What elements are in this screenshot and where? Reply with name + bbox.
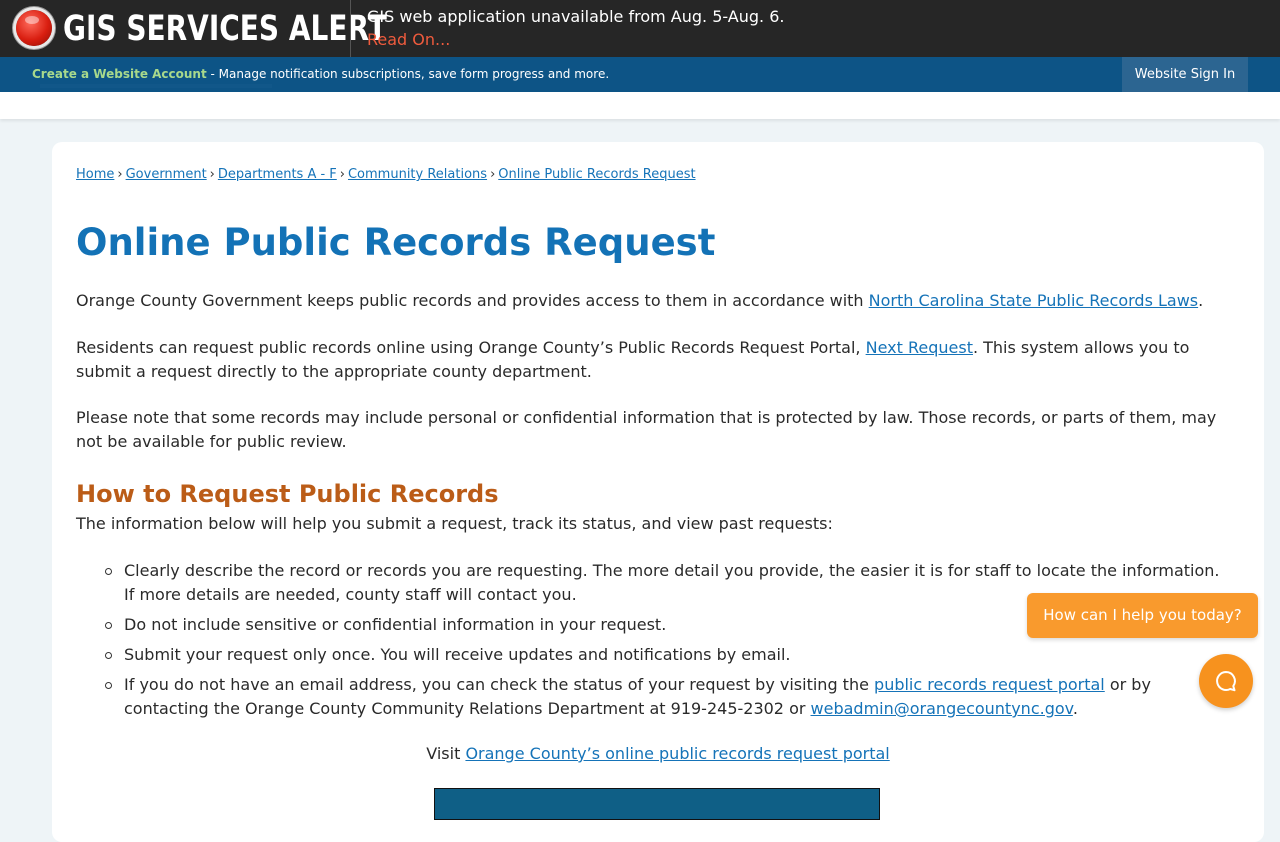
list-item-text: . [1072, 699, 1078, 718]
page-title: Online Public Records Request [76, 221, 716, 264]
list-item-text: If you do not have an email address, you… [124, 675, 875, 694]
breadcrumb-current-page[interactable]: Online Public Records Request [498, 167, 695, 182]
breadcrumb-separator: › [339, 167, 345, 182]
section-intro: The information below will help you subm… [76, 514, 833, 533]
chat-launcher-button[interactable] [1199, 654, 1253, 708]
webadmin-email-link[interactable]: webadmin@orangecountync.gov [811, 699, 1073, 718]
chat-bubble-icon [1216, 671, 1236, 692]
alert-red-circle-icon [16, 10, 52, 46]
alert-title: GIS SERVICES ALERT [63, 9, 387, 49]
visit-text: Visit [426, 744, 466, 763]
public-records-portal-link[interactable]: public records request portal [874, 675, 1105, 694]
site-logo-fragment[interactable] [40, 84, 272, 92]
list-item: Submit your request only once. You will … [100, 643, 1220, 667]
section-title: How to Request Public Records [76, 480, 499, 508]
portal-text: Residents can request public records onl… [76, 338, 866, 357]
breadcrumb-separator: › [490, 167, 496, 182]
list-item: If you do not have an email address, you… [100, 673, 1220, 721]
breadcrumb-home[interactable]: Home [76, 167, 114, 182]
alert-message: GIS web application unavailable from Aug… [367, 7, 785, 26]
breadcrumb-separator: › [117, 167, 123, 182]
site-header [0, 84, 1280, 119]
online-portal-link[interactable]: Orange County’s online public records re… [465, 744, 889, 763]
alert-banner: GIS SERVICES ALERT GIS web application u… [0, 0, 1280, 57]
visit-portal-line: Visit Orange County’s online public reco… [52, 742, 1264, 766]
next-request-link[interactable]: Next Request [866, 338, 973, 357]
intro-paragraph: Orange County Government keeps public re… [76, 289, 1236, 313]
chat-prompt-bubble[interactable]: How can I help you today? [1027, 593, 1258, 638]
alert-read-on-link[interactable]: Read On... [367, 30, 450, 50]
breadcrumb-separator: › [209, 167, 215, 182]
portal-paragraph: Residents can request public records onl… [76, 336, 1236, 384]
alert-divider [350, 0, 351, 57]
breadcrumb-community-relations[interactable]: Community Relations [348, 167, 487, 182]
nc-public-records-laws-link[interactable]: North Carolina State Public Records Laws [869, 291, 1198, 310]
website-sign-in-button[interactable]: Website Sign In [1122, 57, 1248, 92]
instructions-list: Clearly describe the record or records y… [100, 559, 1220, 727]
account-description: - Manage notification subscriptions, sav… [206, 67, 610, 81]
confidential-paragraph: Please note that some records may includ… [76, 408, 1217, 451]
intro-text: Orange County Government keeps public re… [76, 291, 869, 310]
breadcrumb-departments[interactable]: Departments A - F [218, 167, 337, 182]
content-card: Home › Government › Departments A - F › Commun… [52, 142, 1264, 842]
breadcrumb: Home › Government › Departments A - F › Commun… [76, 167, 696, 182]
create-account-link[interactable]: Create a Website Account [32, 67, 207, 81]
intro-end: . [1198, 291, 1204, 310]
breadcrumb-government[interactable]: Government [126, 167, 207, 182]
portal-banner-button[interactable] [434, 788, 880, 820]
account-text: Create a Website Account - Manage notifi… [32, 67, 609, 81]
